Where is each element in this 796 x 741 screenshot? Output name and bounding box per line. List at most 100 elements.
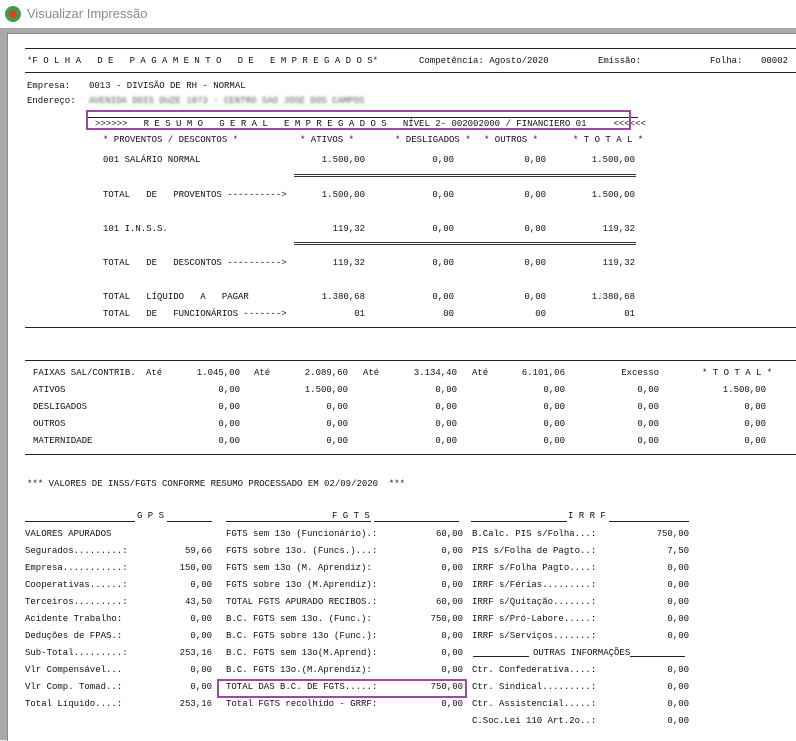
fgts-row-value: 60,00 [435,597,463,607]
irrf-row-value: 750,00 [656,529,689,539]
faixas-row-value: 1.500,00 [722,385,766,395]
gps-row-value: 253,16 [179,648,212,658]
fgts-row-value: 750,00 [430,614,463,624]
empresa-value: 0013 - DIVISÃO DE RH - NORMAL [89,81,246,91]
resumo-bottom-rule [25,327,796,328]
fgts-row-value: 0,00 [441,546,463,556]
faixas-header-v3: 3.134,40 [413,368,457,378]
resumo-row-total: 1.380,68 [591,292,635,302]
resumo-row-total: 1.500,00 [591,190,635,200]
fgts-row-value: 0,00 [441,631,463,641]
gps-row-value: 59,66 [184,546,212,556]
faixas-row-value: 0,00 [326,419,348,429]
gps-row-value: 0,00 [190,682,212,692]
faixas-row-value: 0,00 [326,402,348,412]
gps-row-value: 0,00 [190,665,212,675]
outras-header: OUTRAS INFORMAÇÕES [533,648,631,658]
gps-row-value: 253,16 [179,699,212,709]
faixas-row-value: 0,00 [744,419,766,429]
fgts-row-value: 0,00 [441,665,463,675]
resumo-row-total: 01 [624,309,635,319]
gps-rule-right [167,521,212,522]
faixas-row-label: OUTROS [33,419,66,429]
resumo-row-total: 119,32 [602,224,635,234]
faixas-row-value: 0,00 [637,385,659,395]
faixas-row-value: 0,00 [218,385,240,395]
outras-row-value: 0,00 [667,682,689,692]
irrf-row-value: 0,00 [667,563,689,573]
competencia: Competência: Agosto/2020 [419,56,549,66]
outras-rule-left [473,656,529,657]
fgts-row-value: 0,00 [441,563,463,573]
resumo-row-label: 001 SALÁRIO NORMAL [103,155,201,165]
gps-row-value: 0,00 [190,631,212,641]
gps-row-value: 150,00 [179,563,212,573]
irrf-row-value: 7,50 [667,546,689,556]
irrf-rule-left [471,521,567,522]
resumo-col-header: * PROVENTOS / DESCONTOS * [103,135,239,145]
fgts-row-value: 60,00 [435,529,463,539]
outras-rule-right [630,656,685,657]
irrf-row-value: 0,00 [667,614,689,624]
irrf-row-value: 0,00 [667,597,689,607]
gps-subheader: VALORES APURADOS [25,529,112,539]
faixas-row-label: DESLIGADOS [33,402,88,412]
header-rule [25,72,796,73]
fgts-total-highlight-box [217,679,467,698]
faixas-row-value: 1.500,00 [304,385,348,395]
endereco-value: AVENIDA DOIS DUZE 1873 - CENTRO SAO JOSE… [89,96,365,106]
gps-rule-left [25,521,135,522]
resumo-row-total: 119,32 [602,258,635,268]
resumo-highlight-box [86,110,631,130]
fgts-rule-right [374,521,459,522]
gps-header: G P S [137,511,165,521]
proventos-separator [294,174,636,177]
fgts-row-value: 0,00 [441,648,463,658]
faixas-row-value: 0,00 [218,402,240,412]
faixas-header-excesso: Excesso [621,368,659,378]
fgts-header: F G T S [332,511,370,521]
window-title: Visualizar Impressão [27,6,148,21]
faixas-row-value: 0,00 [435,385,457,395]
faixas-row-value: 0,00 [218,436,240,446]
resumo-row-total: 1.500,00 [591,155,635,165]
faixas-header-v1: 1.045,00 [196,368,240,378]
faixas-top-rule [25,360,796,361]
fgts-row-value: 0,00 [441,699,463,709]
faixas-header-total: * T O T A L * [702,368,773,378]
outras-row-value: 0,00 [667,665,689,675]
irrf-header: I R R F [568,511,606,521]
valores-title: *** VALORES DE INSS/FGTS CONFORME RESUMO… [27,479,406,489]
resumo-col-header: * DESLIGADOS * [395,135,471,145]
resumo-col-header: * OUTROS * [484,135,539,145]
irrf-row-value: 0,00 [667,631,689,641]
fgts-row-value: 0,00 [441,580,463,590]
window-titlebar: Visualizar Impressão [0,0,796,28]
faixas-row-value: 0,00 [435,419,457,429]
faixas-row-value: 0,00 [435,436,457,446]
gps-row-value: 43,50 [184,597,212,607]
emissao-label: Emissão: [598,56,642,66]
app-icon [5,6,21,22]
resumo-row-label: TOTAL LÍQUIDO A PAGAR [103,292,249,302]
print-page[interactable]: *F O L H A D E P A G A M E N T O D E E M… [7,33,796,741]
faixas-row-value: 0,00 [637,436,659,446]
empresa-label: Empresa: [27,81,71,91]
resumo-col-header: * T O T A L * [573,135,644,145]
irrf-rule-right [609,521,689,522]
faixas-header-v2: 2.089,60 [304,368,348,378]
gps-row-value: 0,00 [190,580,212,590]
faixas-bottom-rule [25,454,796,455]
irrf-row-value: 0,00 [667,580,689,590]
faixas-row-value: 0,00 [637,419,659,429]
folha-label: Folha: [710,56,743,66]
top-rule [25,48,796,49]
endereco-label: Endereço: [27,96,76,106]
descontos-separator [294,242,636,245]
folha-number: 00002 [761,56,789,66]
faixas-row-value: 0,00 [435,402,457,412]
faixas-row-label: MATERNIDADE [33,436,93,446]
outras-row-value: 0,00 [667,716,689,726]
faixas-row-value: 0,00 [744,436,766,446]
report-title: *F O L H A D E P A G A M E N T O D E E M… [27,56,379,66]
